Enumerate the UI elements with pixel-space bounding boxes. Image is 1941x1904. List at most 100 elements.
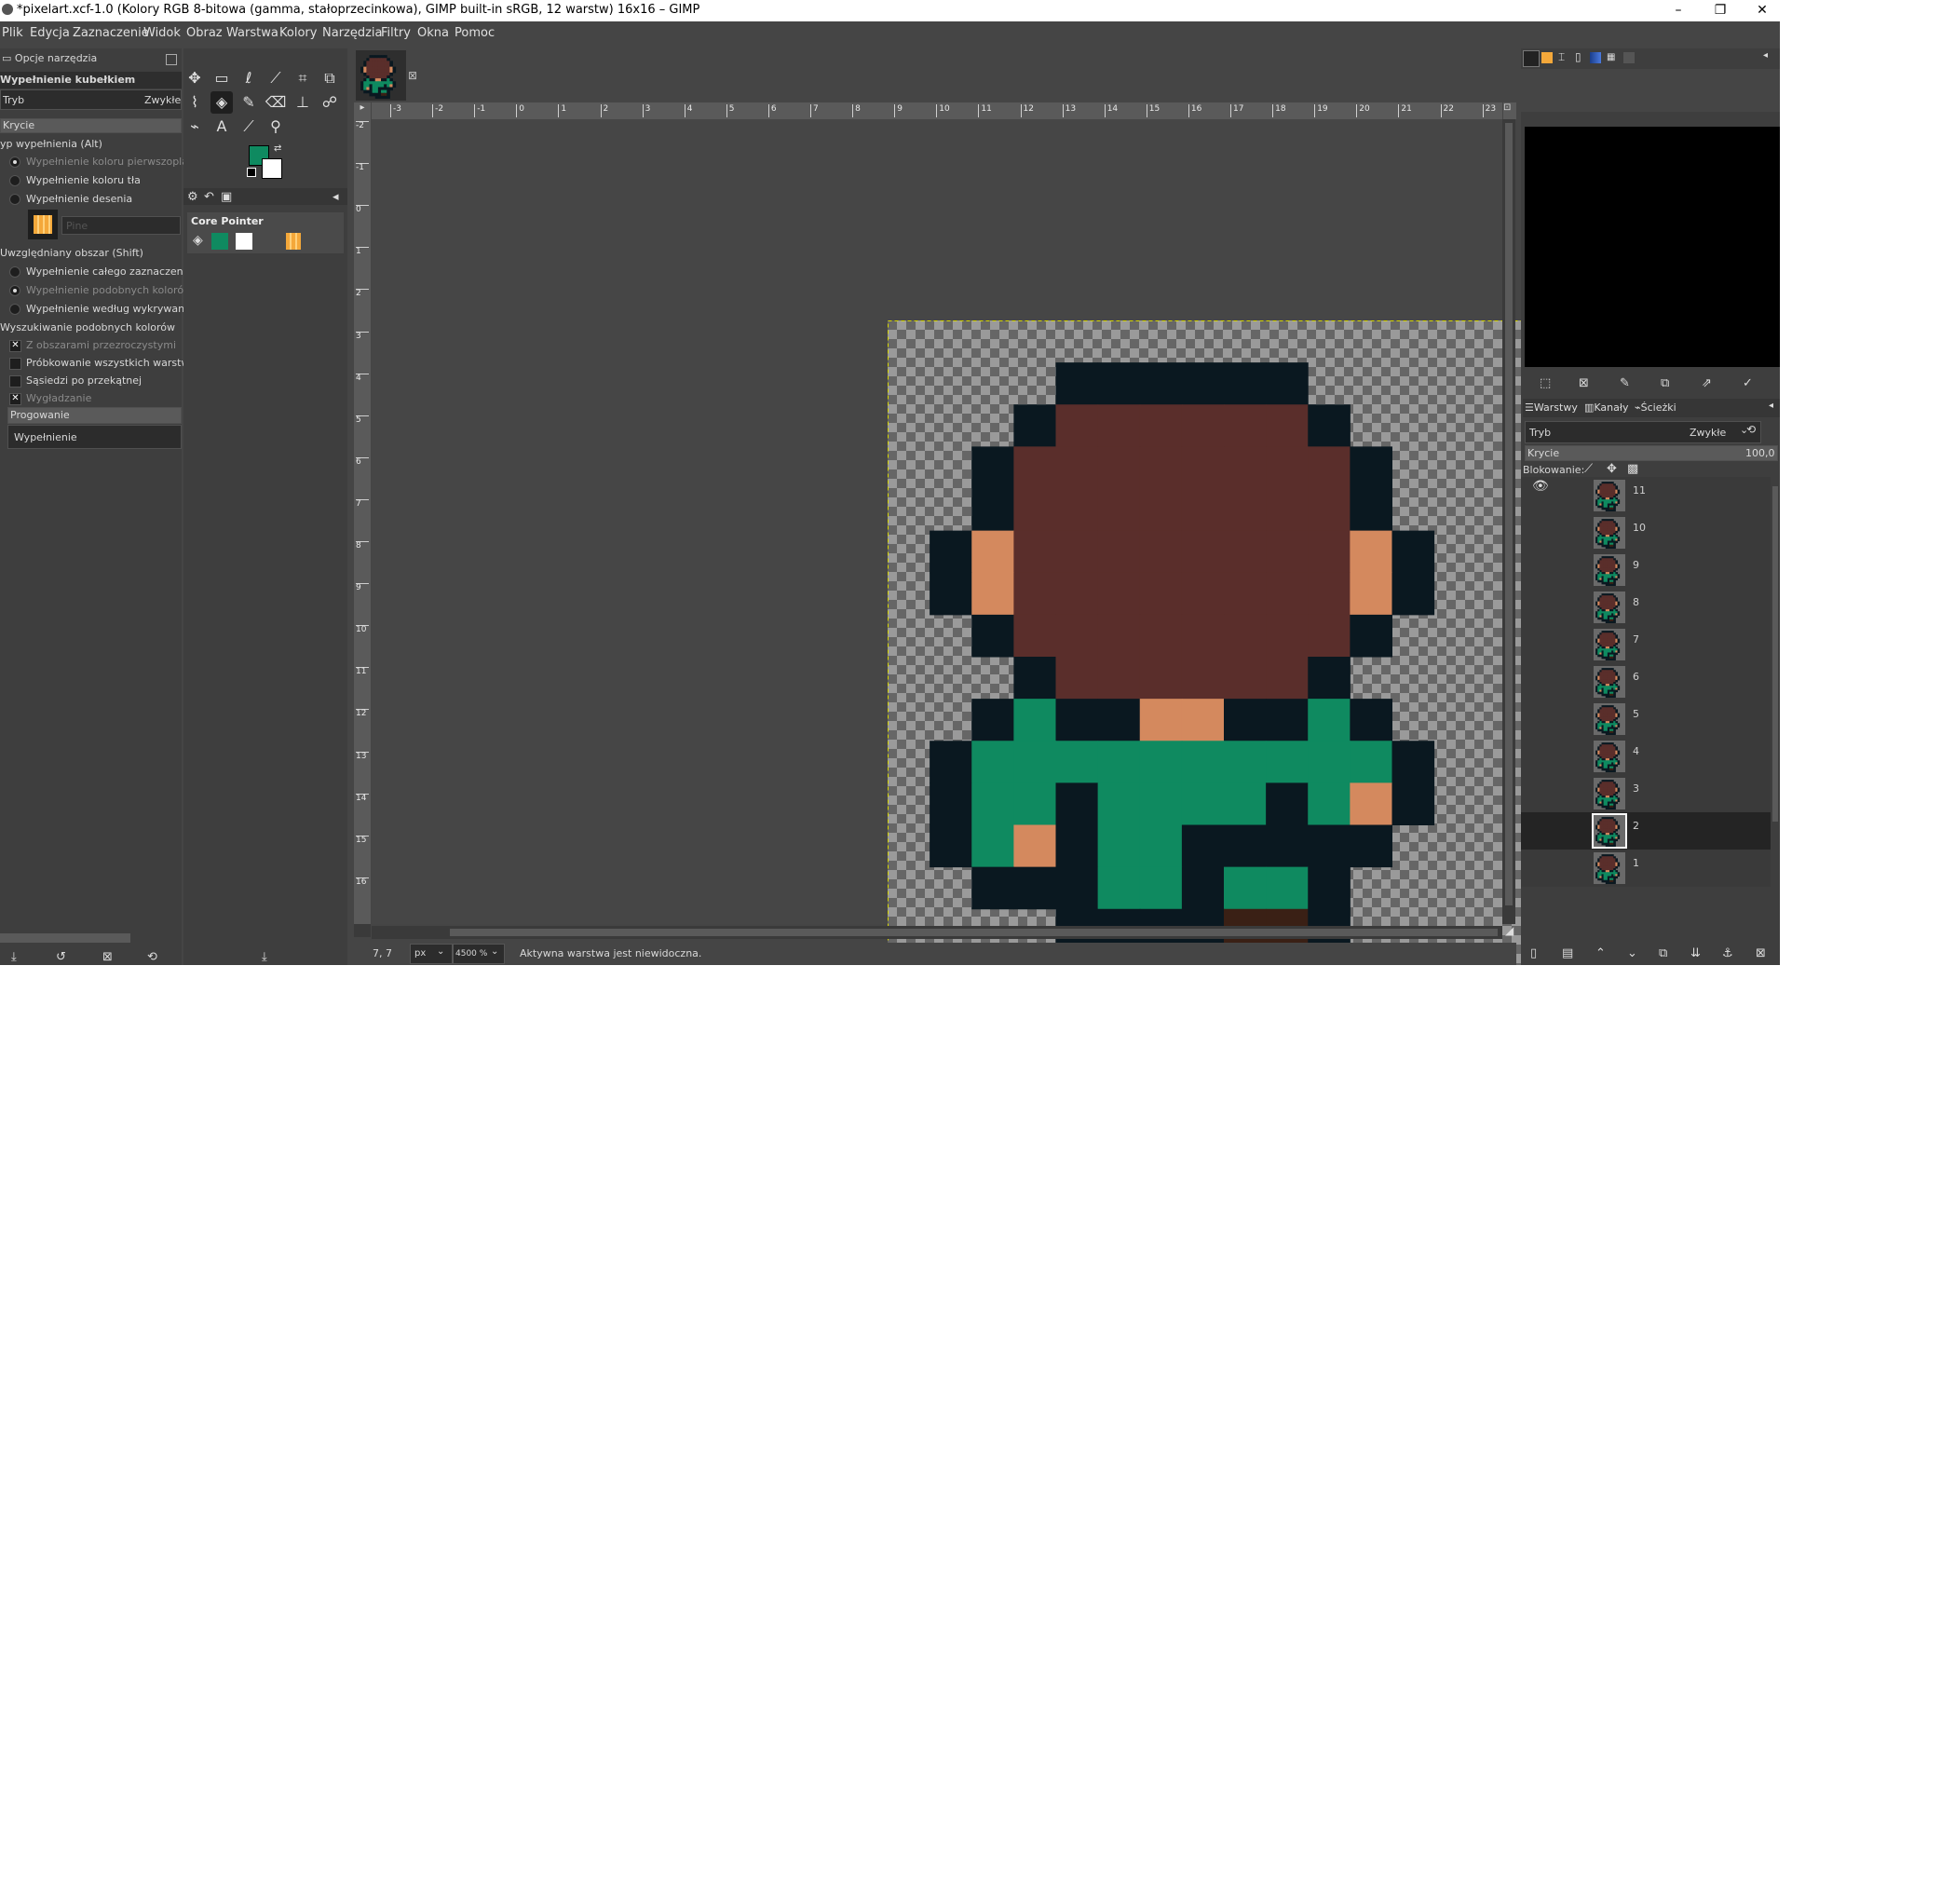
dock-menu-icon[interactable]: ◂	[1769, 401, 1773, 411]
visibility-eye-icon[interactable]	[1532, 628, 1553, 646]
zoom-tool-icon[interactable]: ⚲	[265, 116, 287, 138]
menu-edit[interactable]: Edycja	[30, 26, 70, 40]
paths-tool-icon[interactable]: ⌁	[183, 116, 206, 138]
reset-options-icon[interactable]: ⟲	[147, 950, 157, 964]
zoom-select[interactable]: 4500 % ⌄	[453, 944, 505, 964]
close-tab-icon[interactable]: ⊠	[408, 69, 417, 82]
new-layer-icon[interactable]: ▯	[1530, 946, 1537, 960]
brushes-tab-icon[interactable]	[1523, 50, 1540, 67]
minimize-button[interactable]: –	[1658, 0, 1699, 21]
tool-options-tab[interactable]: ▭ Opcje narzędzia	[2, 52, 97, 64]
gradients-tab-icon[interactable]	[1590, 52, 1601, 63]
export-icon[interactable]: ⇗	[1702, 376, 1712, 390]
fonts-tab-icon[interactable]: ⌶	[1558, 50, 1565, 64]
pattern-preview[interactable]	[28, 210, 58, 239]
fuzzy-select-tool-icon[interactable]: ⟋	[265, 67, 287, 89]
images-tab-icon[interactable]: ▣	[221, 190, 232, 204]
unified-transform-tool-icon[interactable]: ⧉	[319, 67, 341, 89]
dock-menu-icon[interactable]: ◂	[1763, 50, 1768, 61]
delete-options-icon[interactable]: ⊠	[102, 950, 113, 964]
layer-mode-select[interactable]: Tryb Zwykłe ⌄	[1525, 421, 1761, 443]
area-selection-radio[interactable]	[9, 266, 20, 278]
rect-select-tool-icon[interactable]: ▭	[210, 67, 233, 89]
layers-scrollbar[interactable]	[1772, 486, 1778, 822]
new-group-icon[interactable]: ▤	[1562, 946, 1573, 960]
select-icon[interactable]: ⬚	[1540, 376, 1551, 390]
lock-position-icon[interactable]: ✥	[1607, 462, 1617, 476]
layer-opacity-slider[interactable]: Krycie 100,0	[1525, 445, 1778, 461]
visibility-eye-icon[interactable]	[1532, 814, 1553, 833]
swap-colors-icon[interactable]: ⇄	[274, 143, 281, 154]
color-picker-tool-icon[interactable]: ⟋	[238, 116, 260, 138]
merge-down-icon[interactable]: ⇊	[1690, 946, 1701, 960]
visibility-eye-icon[interactable]	[1532, 740, 1553, 758]
vertical-ruler[interactable]: -2 -1 0 1 2 3 4 5 6 7 8 9 10 11 12 13 14 15 16	[354, 119, 371, 924]
move-tool-icon[interactable]: ✥	[183, 67, 206, 89]
layer-row[interactable]: 4	[1521, 738, 1771, 775]
save-options-icon[interactable]: ⤓	[11, 950, 17, 964]
menu-tools[interactable]: Narzędzia	[322, 26, 383, 40]
pattern-name-field[interactable]: Pine	[61, 216, 181, 235]
save-device-icon[interactable]: ⤓	[262, 950, 267, 964]
mode-select[interactable]: Tryb Zwykłe	[0, 89, 182, 110]
clear-icon[interactable]: ⊠	[1579, 376, 1589, 390]
documents-tab-icon[interactable]: ▯	[1575, 50, 1581, 63]
fill-by-select[interactable]: Wypełnienie	[7, 425, 182, 449]
tab-channels[interactable]: ▥Kanały	[1584, 401, 1629, 414]
device-status-icon[interactable]: ⚙	[187, 190, 198, 204]
clone-tool-icon[interactable]: ⊥	[292, 91, 314, 114]
eraser-tool-icon[interactable]: ⌫	[265, 91, 287, 114]
smudge-tool-icon[interactable]: ☍	[319, 91, 341, 114]
options-scrollbar[interactable]	[0, 933, 130, 943]
threshold-slider[interactable]: Progowanie	[7, 407, 182, 424]
layer-row[interactable]: 6	[1521, 663, 1771, 700]
layer-list[interactable]: 👁 11 10 9 8 7 6 5 4 3 2 1	[1521, 477, 1771, 887]
transparent-checkbox[interactable]: ✕	[9, 340, 21, 352]
diagonal-checkbox[interactable]	[9, 375, 21, 388]
visibility-eye-icon[interactable]	[1532, 851, 1553, 870]
undo-history-icon[interactable]: ↶	[204, 190, 214, 204]
layer-row[interactable]: 1	[1521, 850, 1771, 887]
visibility-eye-icon[interactable]	[1532, 591, 1553, 609]
background-color-swatch[interactable]	[262, 158, 282, 179]
menu-filters[interactable]: Filtry	[381, 26, 411, 40]
visibility-eye-icon[interactable]: 👁	[1532, 479, 1553, 497]
vertical-scrollbar[interactable]	[1502, 119, 1515, 924]
crop-tool-icon[interactable]: ⌗	[292, 67, 314, 89]
visibility-eye-icon[interactable]	[1532, 516, 1553, 535]
unit-select[interactable]: px ⌄	[410, 944, 453, 964]
duplicate-layer-icon[interactable]: ⧉	[1659, 946, 1667, 960]
visibility-eye-icon[interactable]	[1532, 702, 1553, 721]
visibility-eye-icon[interactable]	[1532, 777, 1553, 796]
menu-windows[interactable]: Okna	[417, 26, 449, 40]
lasso-tool-icon[interactable]: ℓ	[238, 67, 260, 89]
tab-layers[interactable]: ☰Warstwy	[1525, 401, 1578, 414]
patterns-tab-icon[interactable]	[1541, 52, 1553, 63]
vertical-scrollbar-thumb[interactable]	[1505, 123, 1513, 905]
warp-tool-icon[interactable]: ⌇	[183, 91, 206, 114]
pixel-canvas[interactable]	[888, 320, 1560, 965]
image-tab[interactable]	[356, 50, 406, 101]
text-tool-icon[interactable]: A	[210, 116, 233, 138]
delete-layer-icon[interactable]: ⊠	[1756, 946, 1766, 960]
layer-row[interactable]: 2	[1521, 812, 1771, 850]
restore-button[interactable]: ❐	[1700, 0, 1741, 21]
images-dock-tab-icon[interactable]	[1623, 52, 1635, 63]
sample-merged-checkbox[interactable]	[9, 358, 21, 370]
layer-row[interactable]: 9	[1521, 551, 1771, 589]
dock-menu-icon[interactable]: ◂	[333, 190, 339, 204]
visibility-eye-icon[interactable]	[1532, 553, 1553, 572]
fill-pattern-radio[interactable]	[9, 194, 20, 205]
lock-alpha-icon[interactable]: ▩	[1627, 462, 1638, 476]
layer-row[interactable]: 👁 11	[1521, 477, 1771, 514]
layer-mode-reset-icon[interactable]: ⟲	[1746, 423, 1756, 436]
quick-mask-corner-icon[interactable]: ▸	[354, 102, 371, 119]
panel-menu-icon[interactable]	[166, 54, 177, 65]
anchor-layer-icon[interactable]: ⚓	[1722, 946, 1733, 960]
horizontal-scrollbar[interactable]	[372, 926, 1502, 939]
navigate-corner-icon[interactable]	[354, 924, 371, 937]
menu-file[interactable]: Plik	[2, 26, 23, 40]
menu-help[interactable]: Pomoc	[455, 26, 495, 40]
layer-row[interactable]: 7	[1521, 626, 1771, 663]
edit-icon[interactable]: ✎	[1620, 376, 1630, 390]
